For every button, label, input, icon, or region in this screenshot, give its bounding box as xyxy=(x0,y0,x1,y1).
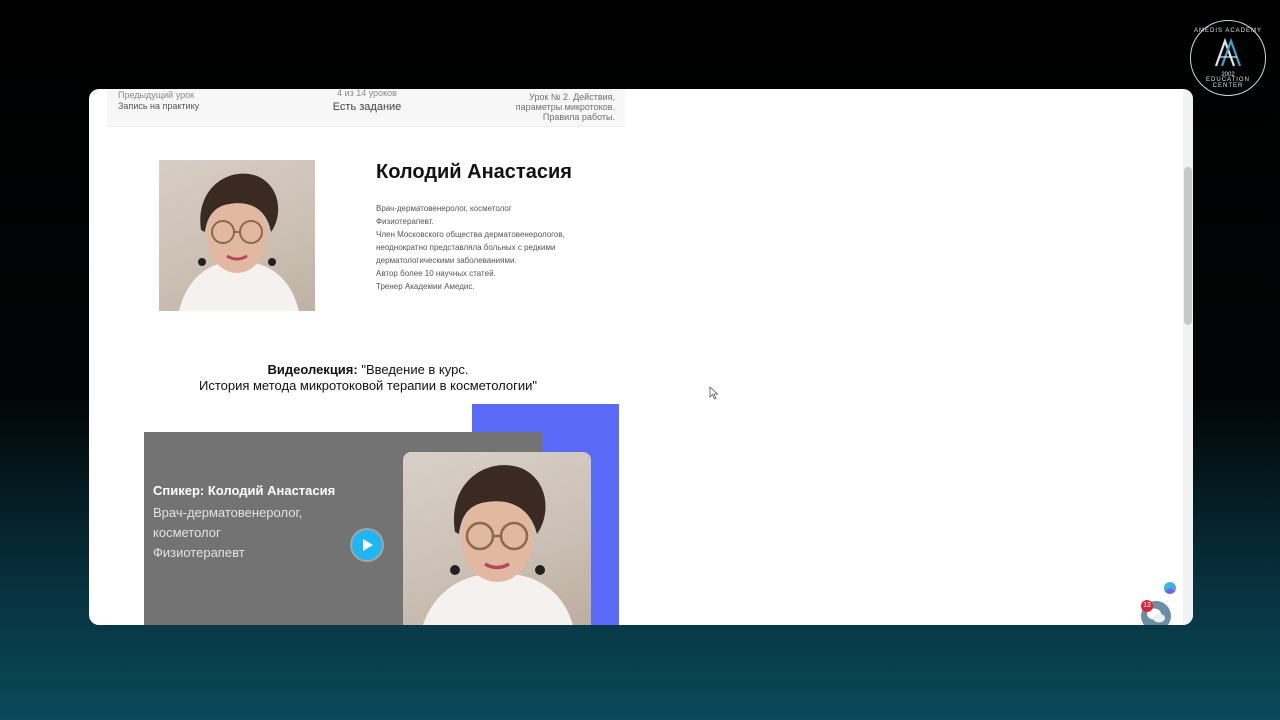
logo-mark-icon xyxy=(1214,38,1242,67)
amedis-academy-logo: AMEDIS ACADEMY 2002 EDUCATION CENTER xyxy=(1190,20,1266,96)
speaker-name: Спикер: Колодий Анастасия xyxy=(153,483,336,498)
speaker-role-line: косметолог xyxy=(153,525,221,540)
lecture-title-line2: История метода микротоковой терапии в ко… xyxy=(198,378,538,393)
speaker-role: Врач-дерматовенеролог, косметолог Физиот… xyxy=(153,503,302,563)
play-icon xyxy=(363,539,373,551)
author-bio: Врач-дерматовенеролог, косметолог Физиот… xyxy=(376,202,596,293)
bio-line: Тренер Академии Амедис. xyxy=(376,282,475,291)
previous-lesson-title: Запись на практику xyxy=(118,101,200,111)
speaker-role-line: Физиотерапевт xyxy=(153,545,245,560)
next-lesson-line: параметры микротоков. xyxy=(515,102,615,112)
lecture-title: Видеолекция: "Введение в курс. История м… xyxy=(149,362,587,394)
speaker-role-line: Врач-дерматовенеролог, xyxy=(153,505,303,520)
play-button[interactable] xyxy=(352,530,382,560)
browser-window: Предыдущий урок Запись на практику 4 из … xyxy=(89,89,1193,625)
task-indicator[interactable]: Есть задание xyxy=(307,101,427,113)
lecture-title-line1: "Введение в курс. xyxy=(357,362,469,377)
bio-line: Физиотерапевт. xyxy=(376,217,434,226)
mouse-cursor-icon xyxy=(709,386,719,400)
scrollbar-thumb[interactable] xyxy=(1184,167,1192,325)
widget-icon[interactable] xyxy=(1164,582,1176,594)
bio-line: неоднократно представляла больных с редк… xyxy=(376,243,556,252)
next-lesson-line: Правила работы. xyxy=(542,112,615,122)
previous-lesson-link[interactable]: Предыдущий урок Запись на практику xyxy=(118,90,199,112)
author-name: Колодий Анастасия xyxy=(376,161,572,183)
author-photo xyxy=(159,160,315,311)
lesson-counter: 4 из 14 уроков xyxy=(337,89,397,98)
logo-bottom-text: EDUCATION CENTER xyxy=(1206,77,1250,89)
bio-line: Член Московского общества дерматовенерол… xyxy=(376,230,565,239)
scrollbar[interactable] xyxy=(1183,89,1193,625)
lesson-progress: 4 из 14 уроков Есть задание xyxy=(307,89,427,113)
next-lesson-link[interactable]: Урок № 2. Действия, параметры микротоков… xyxy=(475,92,615,122)
next-lesson-line: Урок № 2. Действия, xyxy=(529,92,615,102)
previous-lesson-label: Предыдущий урок xyxy=(118,90,195,100)
bio-line: дерматологическими заболеваниями. xyxy=(376,256,517,265)
lecture-prefix: Видеолекция: xyxy=(267,362,358,377)
logo-top-text: AMEDIS ACADEMY xyxy=(1193,28,1262,34)
bio-line: Врач-дерматовенеролог, косметолог xyxy=(376,204,512,213)
chat-unread-badge: 13 xyxy=(1141,600,1153,612)
speaker-photo xyxy=(403,452,591,625)
lesson-navigation: Предыдущий урок Запись на практику 4 из … xyxy=(107,89,625,127)
bio-line: Автор более 10 научных статей. xyxy=(376,269,496,278)
